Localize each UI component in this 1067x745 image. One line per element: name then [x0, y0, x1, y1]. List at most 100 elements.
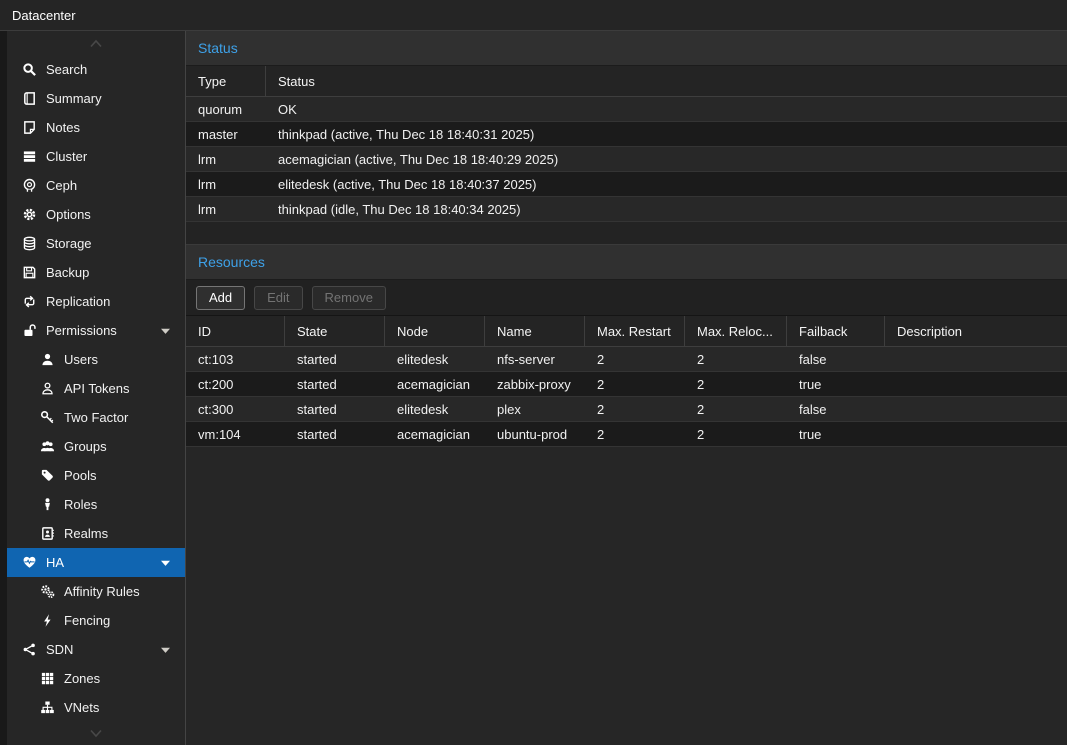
- status-column-header-type[interactable]: Type: [186, 66, 266, 96]
- sidebar-item-label: Ceph: [46, 178, 77, 193]
- sitemap-icon: [39, 700, 55, 716]
- resources-column-header-max-reloc[interactable]: Max. Reloc...: [685, 316, 787, 346]
- caret-down-icon[interactable]: [158, 323, 173, 338]
- status-table-row[interactable]: masterthinkpad (active, Thu Dec 18 18:40…: [186, 122, 1067, 147]
- resources-table-row[interactable]: ct:103startedelitedesknfs-server22false: [186, 347, 1067, 372]
- sidebar-nav: Search Summary Notes Cluster Ceph OptionsStor…: [7, 55, 185, 722]
- caret-down-icon[interactable]: [158, 642, 173, 657]
- sidebar-item-label: Notes: [46, 120, 80, 135]
- main-empty-area: [186, 447, 1067, 745]
- status-column-header-status[interactable]: Status: [266, 66, 1067, 96]
- left-gutter: [0, 31, 7, 745]
- sidebar-item-sdn[interactable]: SDN: [7, 635, 185, 664]
- resources-column-header-id[interactable]: ID: [186, 316, 285, 346]
- resources-cell-state: started: [285, 397, 385, 421]
- sidebar-scroll-up[interactable]: [7, 31, 185, 55]
- ceph-icon: [21, 178, 37, 194]
- sidebar-item-realms[interactable]: Realms: [7, 519, 185, 548]
- status-panel-title: Status: [186, 31, 1067, 66]
- resources-cell-node: elitedesk: [385, 347, 485, 371]
- resources-table-header: IDStateNodeNameMax. RestartMax. Reloc...…: [186, 316, 1067, 347]
- sidebar-item-ceph[interactable]: Ceph: [7, 171, 185, 200]
- floppy-icon: [21, 265, 37, 281]
- sidebar-item-options[interactable]: Options: [7, 200, 185, 229]
- add-button[interactable]: Add: [196, 286, 245, 310]
- resources-column-header-node[interactable]: Node: [385, 316, 485, 346]
- sidebar-item-vnets[interactable]: VNets: [7, 693, 185, 722]
- status-cell-status: thinkpad (idle, Thu Dec 18 18:40:34 2025…: [266, 197, 1067, 221]
- resources-toolbar: Add Edit Remove: [186, 280, 1067, 316]
- sidebar-item-label: Replication: [46, 294, 110, 309]
- sidebar-item-permissions[interactable]: Permissions: [7, 316, 185, 345]
- edit-button[interactable]: Edit: [254, 286, 302, 310]
- sidebar-item-label: API Tokens: [64, 381, 130, 396]
- sidebar-item-search[interactable]: Search: [7, 55, 185, 84]
- main-content: Status TypeStatus quorumOKmasterthinkpad…: [186, 31, 1067, 745]
- resources-cell-max-restart: 2: [585, 372, 685, 396]
- sidebar-item-two-factor[interactable]: Two Factor: [7, 403, 185, 432]
- sidebar-item-label: VNets: [64, 700, 99, 715]
- network-icon: [21, 642, 37, 658]
- sidebar-item-label: Search: [46, 62, 87, 77]
- remove-button[interactable]: Remove: [312, 286, 386, 310]
- resources-column-header-name[interactable]: Name: [485, 316, 585, 346]
- sidebar-item-ha[interactable]: HA: [7, 548, 185, 577]
- status-table-row[interactable]: quorumOK: [186, 97, 1067, 122]
- resources-cell-id: ct:200: [186, 372, 285, 396]
- sidebar-item-label: Summary: [46, 91, 102, 106]
- status-panel-title-text: Status: [198, 40, 238, 56]
- sidebar-item-replication[interactable]: Replication: [7, 287, 185, 316]
- sidebar-item-api-tokens[interactable]: API Tokens: [7, 374, 185, 403]
- resources-cell-max-restart: 2: [585, 397, 685, 421]
- sidebar-item-groups[interactable]: Groups: [7, 432, 185, 461]
- gear-icon: [21, 207, 37, 223]
- retweet-icon: [21, 294, 37, 310]
- sidebar-item-summary[interactable]: Summary: [7, 84, 185, 113]
- resources-cell-name: zabbix-proxy: [485, 372, 585, 396]
- resources-table-body: ct:103startedelitedesknfs-server22falsec…: [186, 347, 1067, 447]
- sidebar-item-fencing[interactable]: Fencing: [7, 606, 185, 635]
- resources-cell-state: started: [285, 372, 385, 396]
- sidebar-item-storage[interactable]: Storage: [7, 229, 185, 258]
- resources-cell-description: [885, 372, 1067, 396]
- resources-table-row[interactable]: ct:200startedacemagicianzabbix-proxy22tr…: [186, 372, 1067, 397]
- sidebar-item-users[interactable]: Users: [7, 345, 185, 374]
- resources-table-row[interactable]: ct:300startedelitedeskplex22false: [186, 397, 1067, 422]
- user-outline-icon: [39, 381, 55, 397]
- server-icon: [21, 149, 37, 165]
- sidebar-item-affinity-rules[interactable]: Affinity Rules: [7, 577, 185, 606]
- sidebar-item-notes[interactable]: Notes: [7, 113, 185, 142]
- status-cell-status: acemagician (active, Thu Dec 18 18:40:29…: [266, 147, 1067, 171]
- status-table-header: TypeStatus: [186, 66, 1067, 97]
- resources-table-row[interactable]: vm:104startedacemagicianubuntu-prod22tru…: [186, 422, 1067, 447]
- sidebar-item-label: Realms: [64, 526, 108, 541]
- sidebar-item-cluster[interactable]: Cluster: [7, 142, 185, 171]
- caret-down-icon[interactable]: [158, 555, 173, 570]
- resources-cell-id: ct:300: [186, 397, 285, 421]
- resources-column-header-max-restart[interactable]: Max. Restart: [585, 316, 685, 346]
- book-icon: [21, 91, 37, 107]
- resources-cell-max-reloc: 2: [685, 422, 787, 446]
- resources-column-header-description[interactable]: Description: [885, 316, 1067, 346]
- resources-panel-title-text: Resources: [198, 254, 265, 270]
- resources-cell-state: started: [285, 347, 385, 371]
- status-table-row[interactable]: lrmelitedesk (active, Thu Dec 18 18:40:3…: [186, 172, 1067, 197]
- status-table-row[interactable]: lrmthinkpad (idle, Thu Dec 18 18:40:34 2…: [186, 197, 1067, 222]
- sidebar-item-zones[interactable]: Zones: [7, 664, 185, 693]
- sidebar-item-backup[interactable]: Backup: [7, 258, 185, 287]
- sidebar-item-label: Roles: [64, 497, 97, 512]
- resources-cell-failback: true: [787, 372, 885, 396]
- user-icon: [39, 352, 55, 368]
- resources-column-header-state[interactable]: State: [285, 316, 385, 346]
- datacenter-window: Datacenter SearchSummaryNotesClusterCeph…: [0, 0, 1067, 745]
- status-table-row[interactable]: lrmacemagician (active, Thu Dec 18 18:40…: [186, 147, 1067, 172]
- note-icon: [21, 120, 37, 136]
- status-table-body: quorumOKmasterthinkpad (active, Thu Dec …: [186, 97, 1067, 222]
- resources-column-header-failback[interactable]: Failback: [787, 316, 885, 346]
- sidebar-item-label: Affinity Rules: [64, 584, 140, 599]
- gears-icon: [39, 584, 55, 600]
- sidebar-item-roles[interactable]: Roles: [7, 490, 185, 519]
- sidebar-item-pools[interactable]: Pools: [7, 461, 185, 490]
- sidebar-item-label: Zones: [64, 671, 100, 686]
- sidebar-scroll-down[interactable]: [7, 721, 185, 745]
